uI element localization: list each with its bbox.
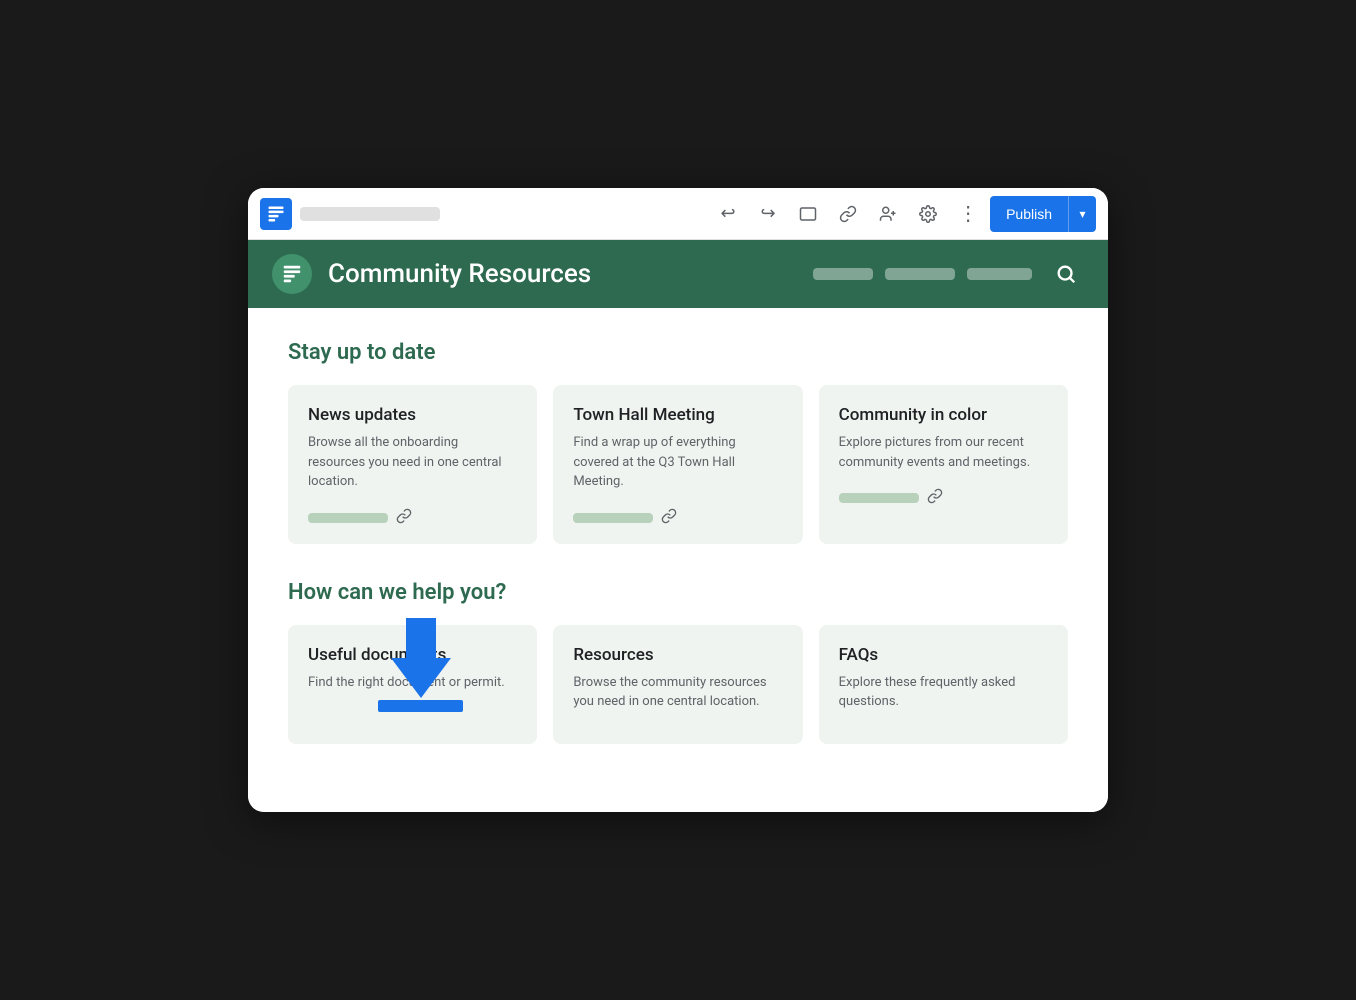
settings-button[interactable] [910,196,946,232]
preview-button[interactable] [790,196,826,232]
site-header: Community Resources [248,240,1108,308]
card-community-color-footer [839,488,1048,508]
card-community-color-title: Community in color [839,405,1048,425]
card-link-placeholder [573,513,653,523]
document-title [300,207,440,221]
arrow-line [378,700,463,712]
card-faqs-title: FAQs [839,645,1048,665]
card-news-updates-footer [308,508,517,528]
section2-title: How can we help you? [288,580,1068,605]
card-faqs-desc: Explore these frequently asked questions… [839,673,1048,712]
section1-cards: News updates Browse all the onboarding r… [288,385,1068,544]
link-icon [927,488,943,508]
publish-dropdown-button[interactable]: ▾ [1068,196,1096,232]
title-bar [300,207,702,221]
more-options-button[interactable]: ⋮ [950,196,986,232]
toolbar-actions: ↩ ↪ [710,196,1096,232]
section1-title: Stay up to date [288,340,1068,365]
card-resources[interactable]: Resources Browse the community resources… [553,625,802,744]
card-link-placeholder [308,513,388,523]
site-logo [272,254,312,294]
publish-button-group: Publish ▾ [990,196,1096,232]
card-news-updates-desc: Browse all the onboarding resources you … [308,433,517,492]
card-community-color[interactable]: Community in color Explore pictures from… [819,385,1068,544]
publish-button[interactable]: Publish [990,196,1068,232]
nav-item-2[interactable] [885,268,955,280]
redo-button[interactable]: ↪ [750,196,786,232]
link-icon [661,508,677,528]
nav-item-1[interactable] [813,268,873,280]
search-button[interactable] [1048,256,1084,292]
main-content: Stay up to date News updates Browse all … [248,308,1108,812]
card-news-updates-title: News updates [308,405,517,425]
site-title: Community Resources [328,259,797,289]
link-icon [396,508,412,528]
nav-item-3[interactable] [967,268,1032,280]
card-news-updates[interactable]: News updates Browse all the onboarding r… [288,385,537,544]
card-community-color-desc: Explore pictures from our recent communi… [839,433,1048,472]
add-person-button[interactable] [870,196,906,232]
nav-menu [813,268,1032,280]
toolbar: ↩ ↪ [248,188,1108,240]
browser-window: ↩ ↪ [248,188,1108,812]
card-town-hall-footer [573,508,782,528]
undo-button[interactable]: ↩ [710,196,746,232]
card-town-hall-desc: Find a wrap up of everything covered at … [573,433,782,492]
app-logo [260,198,292,230]
card-town-hall-title: Town Hall Meeting [573,405,782,425]
card-link-placeholder [839,493,919,503]
insert-link-button[interactable] [830,196,866,232]
scroll-down-indicator [378,618,463,712]
card-town-hall[interactable]: Town Hall Meeting Find a wrap up of ever… [553,385,802,544]
card-faqs[interactable]: FAQs Explore these frequently asked ques… [819,625,1068,744]
card-resources-desc: Browse the community resources you need … [573,673,782,712]
card-resources-title: Resources [573,645,782,665]
